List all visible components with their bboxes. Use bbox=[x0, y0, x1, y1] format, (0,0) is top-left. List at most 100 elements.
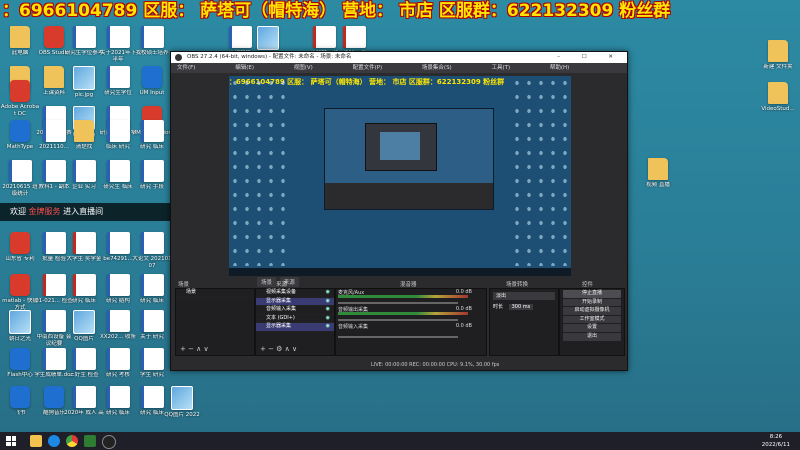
desktop-icon[interactable]: 2020年 成人 高 bbox=[64, 386, 104, 426]
desktop-icon[interactable]: 清楚找 bbox=[66, 120, 102, 160]
blue-file-icon bbox=[10, 348, 30, 370]
doc-file-icon bbox=[72, 348, 96, 370]
desktop-icon[interactable]: 关于 研究 bbox=[134, 310, 170, 350]
stop-streaming-button[interactable]: 停止直播 bbox=[563, 290, 621, 298]
desktop-icon[interactable]: pic.jpg bbox=[66, 66, 102, 106]
window-controls[interactable]: – ☐ ✕ bbox=[557, 52, 623, 63]
studio-mode-button[interactable]: 工作室模式 bbox=[563, 315, 621, 324]
mixer-channel[interactable]: 麦克风/Aux 0.0 dB bbox=[336, 289, 486, 306]
desktop-icon[interactable]: 学生 研究 bbox=[134, 348, 170, 388]
desktop-icon-label: 视频 直播 bbox=[646, 182, 670, 188]
desktop-icon[interactable]: matlab - 快捷方式 bbox=[2, 274, 38, 314]
desktop-icon[interactable]: 研究生学位 bbox=[100, 66, 136, 106]
desktop-icon[interactable]: 研究 考核 bbox=[100, 348, 136, 388]
desktop-icon[interactable]: 临床 研究 bbox=[100, 120, 136, 160]
desktop-icon[interactable]: 20210615 班级统计 bbox=[2, 160, 38, 200]
scene-item[interactable]: 场景 bbox=[176, 289, 254, 298]
nested-preview bbox=[365, 123, 437, 171]
desktop-icon[interactable]: 研究 临床 bbox=[100, 386, 136, 426]
menu-tools[interactable]: 工具(T) bbox=[491, 65, 510, 71]
obs-statusbar: LIVE: 00:00:00 REC: 00:00:00 CPU: 9.1%, … bbox=[171, 361, 627, 370]
desktop-icon[interactable]: 山东省 专利 bbox=[2, 232, 38, 272]
desktop-icon[interactable]: VideoStud... bbox=[760, 82, 796, 122]
transition-select[interactable]: 淡出 bbox=[493, 292, 555, 300]
desktop-icon[interactable]: Adobe Acrobat DC bbox=[1, 80, 39, 120]
source-item[interactable]: 视频采集设备 ◉ bbox=[256, 289, 334, 298]
volume-slider[interactable] bbox=[338, 319, 458, 321]
eye-icon[interactable]: ◉ bbox=[326, 315, 330, 323]
desktop-icon[interactable]: 研究 临床 bbox=[134, 120, 170, 160]
menu-file[interactable]: 文件(F) bbox=[177, 65, 195, 71]
eye-icon[interactable]: ◉ bbox=[326, 289, 330, 297]
exit-button[interactable]: 退出 bbox=[563, 332, 621, 341]
desktop-icon[interactable]: UM Input bbox=[134, 66, 170, 106]
menu-help[interactable]: 帮助(H) bbox=[550, 65, 569, 71]
source-item[interactable]: 音频输入采集 ◉ bbox=[256, 306, 334, 315]
desktop-icon[interactable]: 研究 手段 bbox=[134, 160, 170, 200]
desktop-icon[interactable]: 研究生 临床 bbox=[100, 160, 136, 200]
obs-taskbar-icon[interactable] bbox=[102, 435, 116, 449]
desktop-icon[interactable]: 三好生 检查 bbox=[66, 348, 102, 388]
desktop-icon[interactable]: QQ图片 bbox=[66, 310, 102, 350]
eye-icon[interactable]: ◉ bbox=[326, 323, 330, 331]
settings-button[interactable]: 设置 bbox=[563, 324, 621, 332]
start-recording-button[interactable]: 开始录制 bbox=[563, 298, 621, 307]
folder-file-icon bbox=[74, 120, 94, 142]
desktop-icon[interactable]: 我校硕士培养 bbox=[134, 26, 170, 66]
scene-controls[interactable]: + − ∧ ∨ bbox=[180, 345, 209, 353]
desktop-icon[interactable]: 企业 实习 bbox=[66, 160, 102, 200]
desktop-icon[interactable]: 关于2021年下半年 bbox=[100, 26, 136, 66]
desktop-icon[interactable]: 大学生 奖学金 bbox=[66, 232, 102, 272]
wechat-icon[interactable] bbox=[84, 435, 96, 447]
source-item[interactable]: 显示器采集 ◉ bbox=[256, 323, 334, 332]
welcome-suffix: 进入直播间 bbox=[63, 207, 104, 216]
desktop-icon[interactable]: 研究 临床 bbox=[134, 274, 170, 314]
doc-file-icon bbox=[140, 348, 164, 370]
desktop-icon[interactable]: Flash中心 bbox=[2, 348, 38, 388]
obs-preview[interactable]: ：6966104789 区服： 萨塔可（帽特海） 营地： 市店 区服群：6221… bbox=[229, 76, 571, 276]
transition-duration[interactable]: 时长 300 ms bbox=[493, 303, 555, 310]
volume-slider[interactable] bbox=[338, 336, 458, 338]
menu-scene-collection[interactable]: 场景集合(S) bbox=[422, 65, 452, 71]
desktop-icon[interactable]: 此电脑 bbox=[2, 26, 38, 66]
desktop-icon[interactable]: 视频 直播 bbox=[640, 158, 676, 198]
desktop-icon[interactable]: 飞书 bbox=[2, 386, 38, 426]
eye-icon[interactable]: ◉ bbox=[326, 306, 330, 314]
desktop-icon-label: 研究 临床 bbox=[140, 144, 164, 150]
desktop-icon[interactable]: be74291... bbox=[100, 232, 136, 272]
desktop-icon-label: 研究 手段 bbox=[140, 184, 164, 190]
preview-desktop-icons-right bbox=[511, 76, 571, 266]
doc-file-icon bbox=[106, 310, 130, 332]
desktop-icon[interactable]: MathType bbox=[2, 120, 38, 160]
eye-icon[interactable]: ◉ bbox=[326, 298, 330, 306]
duration-value[interactable]: 300 ms bbox=[508, 304, 534, 310]
source-controls[interactable]: + − ⚙ ∧ ∨ bbox=[260, 345, 297, 353]
desktop-icon[interactable]: QQ图片 2022 bbox=[164, 386, 200, 426]
system-clock[interactable]: 8:26 2022/6/11 bbox=[762, 433, 790, 449]
obs-titlebar[interactable]: OBS 27.2.4 (64-bit, windows) - 配置文件: 未命名… bbox=[171, 52, 627, 63]
obs-window[interactable]: OBS 27.2.4 (64-bit, windows) - 配置文件: 未命名… bbox=[170, 51, 628, 371]
menu-profile[interactable]: 配置文件(P) bbox=[353, 65, 383, 71]
menu-edit[interactable]: 编辑(E) bbox=[235, 65, 254, 71]
desktop-icon[interactable]: XX202... 收条 bbox=[100, 310, 136, 350]
desktop-icon[interactable]: 研究生学位参考 bbox=[65, 26, 103, 66]
tab-scenes[interactable]: 场景 bbox=[257, 277, 277, 287]
desktop-icon[interactable]: 研究 结构 bbox=[100, 274, 136, 314]
desktop-icon[interactable]: 新建 文件夹 bbox=[760, 40, 796, 80]
mixer-channel[interactable]: 音频输入采集 0.0 dB bbox=[336, 323, 486, 340]
desktop-icon[interactable]: 研究 临床 bbox=[66, 274, 102, 314]
mixer-channel[interactable]: 音频输出采集 0.0 dB bbox=[336, 306, 486, 323]
windows-start-icon[interactable] bbox=[6, 436, 16, 446]
start-virtual-camera-button[interactable]: 启动虚拟摄像机 bbox=[563, 307, 621, 315]
source-item[interactable]: 文本 (GDI+) ◉ bbox=[256, 315, 334, 323]
desktop-icon[interactable]: 朝日之光 bbox=[2, 310, 38, 350]
file-explorer-icon[interactable] bbox=[30, 435, 42, 447]
desktop-icon[interactable]: 大论文 20210107 bbox=[132, 232, 172, 272]
menu-view[interactable]: 视图(V) bbox=[294, 65, 313, 71]
volume-slider[interactable] bbox=[338, 302, 458, 304]
app-file-icon bbox=[10, 80, 30, 102]
doc-file-icon bbox=[72, 160, 96, 182]
chrome-icon[interactable] bbox=[66, 435, 78, 447]
edge-icon[interactable] bbox=[48, 435, 60, 447]
source-item[interactable]: 显示器采集 ◉ bbox=[256, 297, 334, 306]
